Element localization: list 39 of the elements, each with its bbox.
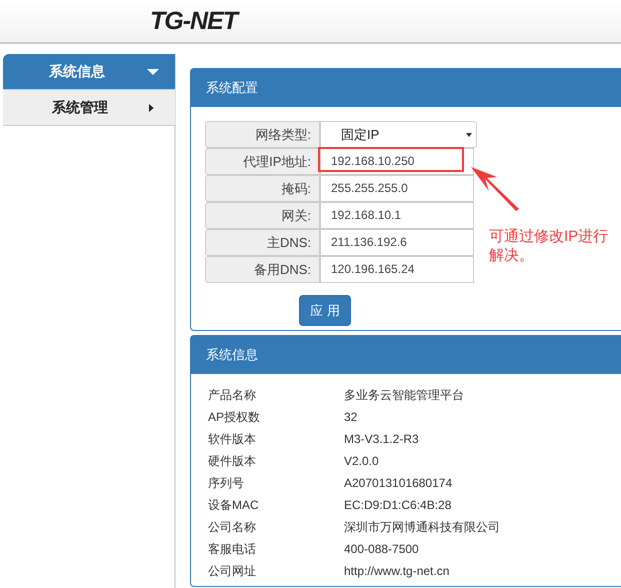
panel-title: 系统配置 (191, 69, 621, 107)
field-label: 备用DNS: (205, 256, 320, 283)
sidebar-item[interactable]: 系统管理 (3, 90, 175, 126)
apply-button[interactable]: 应 用 (299, 295, 351, 326)
info-value: EC:D9:D1:C6:4B:28 (344, 498, 452, 512)
input-field[interactable]: 255.255.255.0 (320, 175, 474, 202)
info-label: 客服电话 (208, 540, 257, 558)
info-label: 公司网址 (208, 562, 257, 580)
info-value: 32 (344, 410, 358, 424)
info-value: V2.0.0 (344, 454, 379, 468)
info-label: 序列号 (208, 474, 245, 492)
info-value: M3-V3.1.2-R3 (344, 432, 419, 446)
info-label: 软件版本 (208, 430, 257, 448)
field-label: 代理IP地址: (205, 148, 320, 175)
caret-down-icon (466, 132, 472, 136)
info-label: AP授权数 (208, 408, 262, 426)
network-type-select[interactable]: 固定IP (320, 121, 477, 148)
info-value: A207013101680174 (344, 476, 452, 490)
input-field[interactable]: 192.168.10.1 (320, 202, 474, 229)
field-label: 掩码: (205, 175, 320, 202)
caret-right-icon (147, 102, 155, 112)
info-label: 硬件版本 (208, 452, 257, 470)
info-value: http://www.tg-net.cn (344, 564, 450, 578)
info-label: 设备MAC (208, 496, 260, 514)
info-label: 公司名称 (208, 518, 257, 536)
info-value: 400-088-7500 (344, 542, 419, 556)
field-label: 主DNS: (205, 229, 320, 256)
input-field[interactable]: 192.168.10.250 (320, 148, 474, 175)
info-value: 深圳市万网博通科技有限公司 (344, 518, 500, 536)
sidebar-item[interactable]: 系统信息 (3, 54, 175, 90)
field-label: 网关: (205, 202, 320, 229)
annotation-text: 可通过修改IP进行解决。 (489, 227, 610, 265)
info-value: 多业务云智能管理平台 (344, 386, 464, 404)
field-label: 网络类型: (205, 121, 320, 148)
input-field[interactable]: 211.136.192.6 (320, 229, 474, 256)
info-label: 产品名称 (208, 386, 257, 404)
panel-title: 系统信息 (191, 336, 621, 374)
logo: TG-NET (150, 6, 238, 36)
input-field[interactable]: 120.196.165.24 (320, 256, 474, 283)
